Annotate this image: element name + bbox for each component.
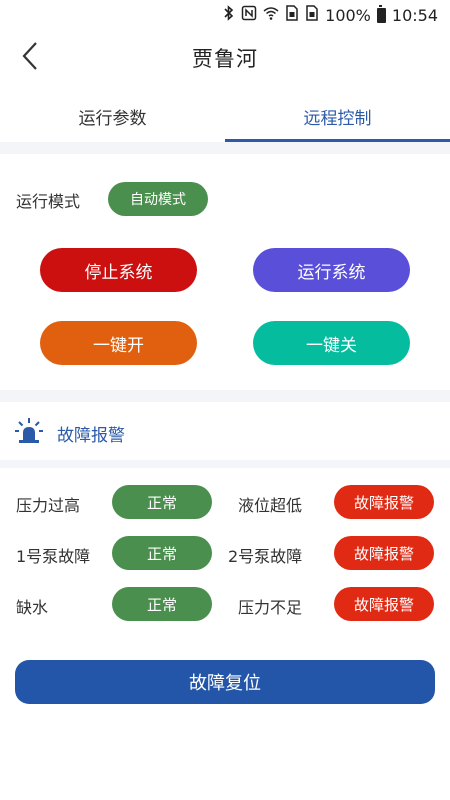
one-key-off-button[interactable]: 一键关 — [253, 321, 410, 365]
status-badge-pump2: 故障报警 — [334, 536, 434, 570]
siren-icon — [14, 416, 44, 446]
fault-status-grid: 压力过高 正常 液位超低 故障报警 1号泵故障 正常 2号泵故障 故障报警 缺水… — [0, 468, 450, 628]
tab-remote-control[interactable]: 远程控制 — [225, 90, 450, 142]
alarm-section-header: 故障报警 — [0, 402, 450, 460]
fault-reset-button[interactable]: 故障复位 — [15, 660, 435, 704]
tab-run-params[interactable]: 运行参数 — [0, 90, 225, 142]
alarm-title: 故障报警 — [57, 426, 125, 446]
sim1-icon — [285, 5, 299, 25]
divider — [0, 460, 450, 468]
bluetooth-icon — [223, 5, 235, 25]
fault-label-water-shortage: 缺水 — [16, 598, 49, 617]
status-badge-water-shortage: 正常 — [112, 587, 212, 621]
battery-percent: 100% — [325, 5, 371, 25]
app-header: 贾鲁河 — [0, 30, 450, 86]
mode-badge: 自动模式 — [108, 182, 208, 216]
fault-label-low-level: 液位超低 — [238, 496, 303, 515]
mode-label: 运行模式 — [16, 192, 81, 211]
one-key-on-button[interactable]: 一键开 — [40, 321, 197, 365]
fault-label-high-pressure: 压力过高 — [16, 496, 81, 515]
fault-label-pump2: 2号泵故障 — [228, 547, 303, 566]
status-badge-pump1: 正常 — [112, 536, 212, 570]
divider — [0, 390, 450, 402]
status-bar: 100% 10:54 — [0, 0, 450, 30]
tab-bar: 运行参数 远程控制 — [0, 90, 450, 142]
status-badge-low-pressure: 故障报警 — [334, 587, 434, 621]
clock: 10:54 — [391, 5, 438, 25]
fault-label-pump1: 1号泵故障 — [16, 547, 91, 566]
sim2-icon — [305, 5, 319, 25]
wifi-icon — [263, 5, 279, 25]
chevron-left-icon[interactable] — [20, 41, 40, 75]
control-panel: 运行模式 自动模式 停止系统 运行系统 一键开 一键关 — [0, 154, 450, 390]
back-button[interactable] — [12, 38, 48, 78]
status-badge-low-level: 故障报警 — [334, 485, 434, 519]
stop-system-button[interactable]: 停止系统 — [40, 248, 197, 292]
run-system-button[interactable]: 运行系统 — [253, 248, 410, 292]
page-title: 贾鲁河 — [192, 47, 258, 71]
divider — [0, 142, 450, 154]
fault-label-low-pressure: 压力不足 — [238, 598, 303, 617]
status-badge-high-pressure: 正常 — [112, 485, 212, 519]
nfc-icon — [241, 5, 257, 25]
battery-icon — [376, 4, 386, 23]
